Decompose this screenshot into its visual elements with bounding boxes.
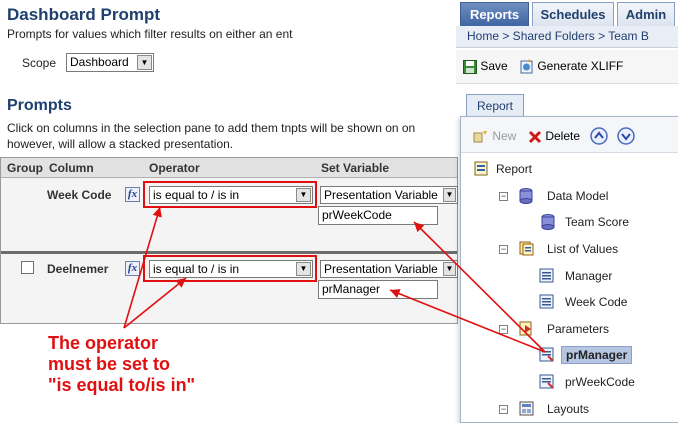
move-up-icon[interactable]: [590, 127, 608, 145]
variable-type-value: Presentation Variable: [324, 188, 438, 202]
formula-icon[interactable]: fx: [125, 187, 140, 202]
scope-label: Scope: [22, 56, 57, 70]
collapse-icon[interactable]: −: [499, 192, 508, 201]
parameter-item-icon: [539, 347, 554, 362]
tab-admin[interactable]: Admin: [617, 2, 675, 26]
tab-report[interactable]: Report: [466, 94, 524, 116]
header-set-variable: Set Variable: [321, 161, 390, 175]
new-label: New: [492, 129, 517, 143]
breadcrumb[interactable]: Home > Shared Folders > Team B: [456, 26, 678, 48]
prompts-title: Prompts: [7, 97, 72, 114]
new-button[interactable]: New: [473, 129, 516, 144]
tree-item-layouts[interactable]: Layouts: [547, 402, 589, 416]
top-tabs: Reports Schedules Admin: [456, 0, 678, 26]
prompts-description-line2: however, will allow a stacked presentati…: [7, 137, 234, 151]
grid-header: Group Column Operator Set Variable: [1, 158, 457, 178]
xliff-icon: [520, 59, 533, 74]
tab-schedules[interactable]: Schedules: [532, 2, 614, 26]
tab-reports[interactable]: Reports: [460, 2, 529, 26]
group-checkbox[interactable]: [21, 261, 34, 274]
parameters-icon: [519, 321, 532, 336]
operator-highlight-box: [143, 181, 317, 208]
save-label: Save: [480, 59, 508, 73]
generate-xliff-button[interactable]: Generate XLIFF: [520, 59, 623, 74]
annotation-line: must be set to: [48, 354, 171, 374]
tree-item-parameters[interactable]: Parameters: [547, 322, 609, 336]
database-icon: [519, 188, 533, 204]
move-down-icon[interactable]: [617, 127, 635, 145]
variable-type-select[interactable]: Presentation Variable ▼: [320, 260, 458, 278]
layouts-icon: [519, 401, 534, 416]
annotation-line: "is equal to/is in": [48, 375, 196, 395]
database-icon: [541, 214, 555, 230]
parameter-item-icon: [539, 374, 554, 389]
tree-item-list-of-values[interactable]: List of Values: [547, 242, 618, 256]
list-of-values-icon: [519, 241, 534, 256]
operator-annotation: The operator must be set to "is equal to…: [48, 333, 195, 396]
chevron-down-icon[interactable]: ▼: [443, 188, 456, 202]
header-operator: Operator: [149, 161, 200, 175]
tree-item-report[interactable]: Report: [496, 162, 532, 176]
row-column-name: Deelnemer: [47, 262, 109, 276]
lov-item-icon: [539, 268, 554, 283]
row-column-name: Week Code: [47, 188, 112, 202]
tree-item-week-code[interactable]: Week Code: [565, 295, 627, 309]
delete-label: Delete: [545, 129, 581, 143]
dashboard-prompt-title: Dashboard Prompt: [7, 5, 161, 24]
tree-item-manager[interactable]: Manager: [565, 269, 612, 283]
tree-toolbar: New Delete: [461, 117, 678, 153]
generate-xliff-label: Generate XLIFF: [537, 59, 624, 73]
tree-item-data-model[interactable]: Data Model: [547, 189, 608, 203]
annotation-line: The operator: [48, 333, 159, 353]
tree-item-team-score[interactable]: Team Score: [565, 215, 629, 229]
prompts-description-line1: Click on columns in the selection pane t…: [7, 121, 416, 135]
collapse-icon[interactable]: −: [499, 325, 508, 334]
header-group: Group: [7, 161, 43, 175]
tree-item-prmanager[interactable]: prManager: [561, 346, 633, 364]
header-column: Column: [49, 161, 94, 175]
chevron-down-icon[interactable]: ▼: [443, 262, 456, 276]
operator-highlight-box: [143, 255, 317, 282]
save-button[interactable]: Save: [463, 59, 508, 74]
new-icon: [473, 130, 487, 143]
variable-name-input[interactable]: prManager: [318, 280, 438, 299]
lov-item-icon: [539, 294, 554, 309]
collapse-icon[interactable]: −: [499, 405, 508, 414]
tree-item-prweekcode[interactable]: prWeekCode: [565, 375, 635, 389]
row-divider: [1, 251, 457, 254]
report-toolbar: Save Generate XLIFF: [456, 50, 678, 84]
scope-select[interactable]: Dashboard ▼: [66, 53, 154, 72]
delete-button[interactable]: Delete: [528, 129, 580, 144]
formula-icon[interactable]: fx: [125, 261, 140, 276]
variable-type-select[interactable]: Presentation Variable ▼: [320, 186, 458, 204]
scope-select-value: Dashboard: [70, 55, 129, 69]
variable-name-input[interactable]: prWeekCode: [318, 206, 438, 225]
save-icon: [463, 59, 477, 74]
variable-type-value: Presentation Variable: [324, 262, 438, 276]
report-tree-panel: New Delete Report − Data Model Team Scor…: [460, 116, 678, 423]
delete-icon: [528, 130, 542, 143]
collapse-icon[interactable]: −: [499, 245, 508, 254]
dashboard-prompt-description: Prompts for values which filter results …: [7, 27, 293, 41]
report-icon: [474, 161, 488, 176]
chevron-down-icon[interactable]: ▼: [137, 55, 152, 70]
